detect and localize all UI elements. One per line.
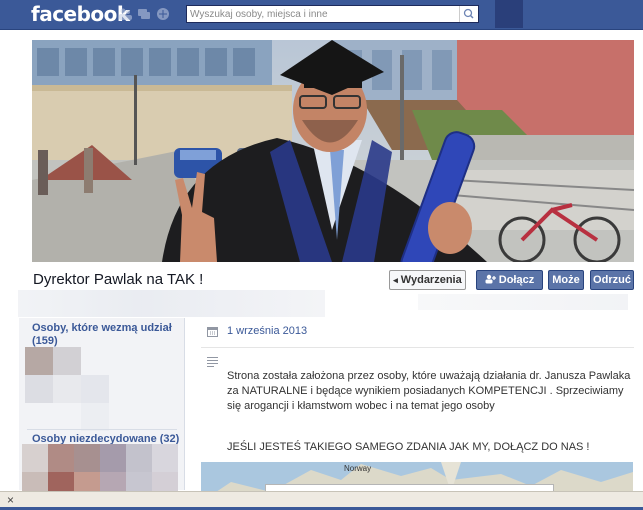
- search-icon: [463, 8, 474, 19]
- notifications-icon[interactable]: [156, 7, 170, 21]
- going-header[interactable]: Osoby, które wezmą udział (159): [32, 322, 172, 348]
- avatar[interactable]: [25, 347, 53, 375]
- sidebar-divider: [27, 429, 177, 430]
- profile-thumbnail[interactable]: [495, 0, 523, 28]
- events-button-label: Wydarzenia: [400, 274, 462, 286]
- decline-button-label: Odrzuć: [593, 274, 631, 286]
- decline-button[interactable]: Odrzuć: [590, 270, 634, 290]
- event-description: Strona została założona przez osoby, któ…: [227, 370, 631, 412]
- friend-requests-icon[interactable]: [118, 7, 132, 21]
- event-call-to-action: JEŚLI JESTEŚ TAKIEGO SAMEGO ZDANIA JAK M…: [227, 441, 590, 453]
- facebook-logo[interactable]: facebook: [31, 2, 130, 26]
- calendar-icon: [207, 327, 218, 337]
- join-button[interactable]: Dołącz: [476, 270, 543, 290]
- going-label: Osoby, które wezmą udział: [32, 322, 172, 334]
- avatar[interactable]: [53, 347, 81, 375]
- avatar[interactable]: [100, 444, 126, 472]
- event-title: Dyrektor Pawlak na TAK !: [33, 271, 204, 288]
- join-button-label: Dołącz: [498, 274, 535, 286]
- top-navigation-bar: facebook: [0, 0, 643, 30]
- avatar[interactable]: [126, 444, 152, 472]
- browser-bottom-bar: ×: [0, 491, 643, 510]
- avatar[interactable]: [48, 444, 74, 472]
- guests-sidebar: Osoby, które wezmą udział (159) Osoby ni…: [19, 318, 185, 500]
- messages-icon[interactable]: [137, 7, 151, 21]
- avatar[interactable]: [22, 444, 48, 472]
- going-avatars: [25, 347, 137, 431]
- description-icon: [207, 357, 218, 367]
- events-back-button[interactable]: ◂ Wydarzenia: [389, 270, 466, 290]
- map-country-label: Norway: [344, 464, 372, 473]
- blurred-region: [18, 290, 325, 317]
- avatar[interactable]: [152, 444, 178, 472]
- maybe-button[interactable]: Może: [548, 270, 584, 290]
- event-date[interactable]: 1 września 2013: [227, 325, 307, 337]
- event-cover-photo: [32, 40, 634, 262]
- chevron-left-icon: ◂: [393, 274, 398, 285]
- search-box[interactable]: [186, 5, 479, 23]
- search-button[interactable]: [459, 6, 478, 22]
- add-person-icon: [485, 274, 496, 287]
- avatar[interactable]: [74, 444, 100, 472]
- info-divider: [201, 347, 634, 348]
- avatar[interactable]: [53, 375, 81, 403]
- jewel-icons: [118, 7, 170, 21]
- avatar[interactable]: [81, 403, 109, 431]
- blurred-region: [418, 294, 628, 310]
- avatar[interactable]: [81, 375, 109, 403]
- search-input[interactable]: [190, 7, 450, 21]
- avatar[interactable]: [25, 375, 53, 403]
- close-icon[interactable]: ×: [7, 493, 14, 507]
- maybe-button-label: Może: [552, 274, 580, 286]
